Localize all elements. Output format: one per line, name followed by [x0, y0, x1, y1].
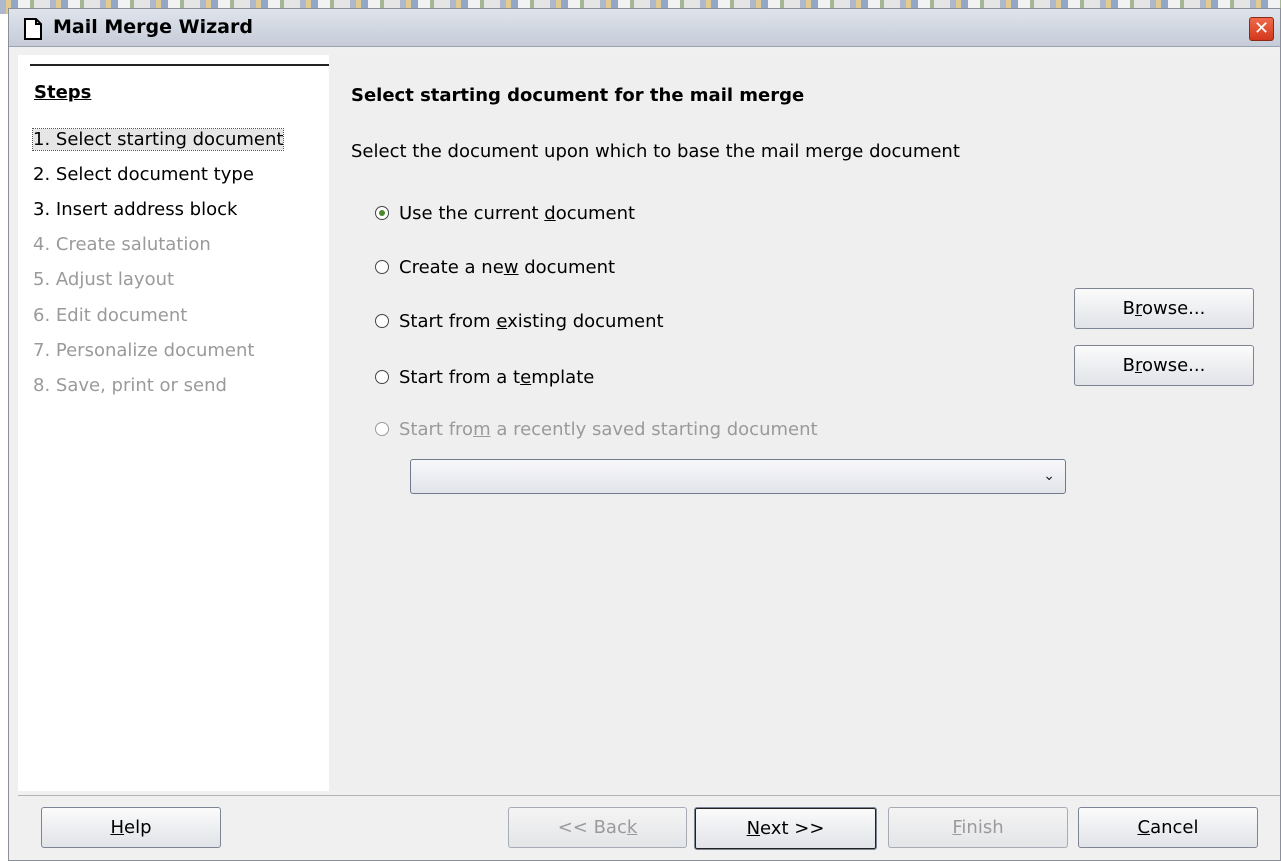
- page-heading: Select starting document for the mail me…: [351, 85, 805, 106]
- step-adjust-layout: 5. Adjust layout: [33, 269, 174, 290]
- step-label: 6. Edit document: [33, 305, 188, 326]
- radio-button-checked[interactable]: [375, 206, 389, 220]
- radio-button[interactable]: [375, 314, 389, 328]
- close-button[interactable]: ✕: [1249, 17, 1274, 41]
- steps-panel: Steps 1. Select starting document 2. Sel…: [18, 55, 336, 791]
- step-label: 8. Save, print or send: [33, 375, 227, 396]
- option-start-from-existing-document[interactable]: Start from existing document: [375, 309, 664, 333]
- step-select-document-type[interactable]: 2. Select document type: [33, 164, 254, 185]
- option-start-from-template[interactable]: Start from a template: [375, 365, 594, 389]
- step-label: 3. Insert address block: [33, 199, 238, 220]
- step-edit-document: 6. Edit document: [33, 305, 187, 326]
- option-start-from-recent-document: Start from a recently saved starting doc…: [375, 417, 818, 441]
- document-icon: [24, 18, 42, 40]
- option-label: Start from a template: [399, 366, 595, 388]
- page-description: Select the document upon which to base t…: [351, 141, 960, 162]
- step-select-starting-document[interactable]: 1. Select starting document: [31, 128, 285, 151]
- next-button[interactable]: Next >>: [694, 807, 877, 850]
- radio-button[interactable]: [375, 370, 389, 384]
- step-label: 7. Personalize document: [33, 340, 255, 361]
- recent-documents-dropdown[interactable]: ⌄: [410, 459, 1066, 494]
- footer-divider: [18, 795, 1280, 796]
- step-personalize-document: 7. Personalize document: [33, 340, 254, 361]
- browse-existing-button[interactable]: Browse...: [1074, 288, 1254, 329]
- title-bar[interactable]: Mail Merge Wizard ✕: [9, 9, 1280, 47]
- option-create-new-document[interactable]: Create a new document: [375, 255, 615, 279]
- window-title: Mail Merge Wizard: [53, 16, 253, 38]
- option-use-current-document[interactable]: Use the current document: [375, 201, 635, 225]
- back-button: << Back: [508, 807, 687, 848]
- steps-divider: [30, 64, 336, 66]
- step-save-print-send: 8. Save, print or send: [33, 375, 227, 396]
- step-create-salutation: 4. Create salutation: [33, 234, 211, 255]
- step-label: 5. Adjust layout: [33, 269, 175, 290]
- cancel-button[interactable]: Cancel: [1078, 807, 1258, 848]
- steps-heading: Steps: [34, 82, 92, 103]
- option-label: Start from a recently saved starting doc…: [399, 418, 818, 440]
- step-insert-address-block[interactable]: 3. Insert address block: [33, 199, 237, 220]
- radio-button-disabled: [375, 422, 389, 436]
- help-button[interactable]: Help: [41, 807, 221, 848]
- content-panel: Select starting document for the mail me…: [329, 55, 1280, 791]
- option-label: Create a new document: [399, 256, 616, 278]
- finish-button: Finish: [888, 807, 1068, 848]
- option-label: Use the current document: [399, 202, 636, 224]
- browse-template-button[interactable]: Browse...: [1074, 345, 1254, 386]
- mail-merge-dialog: Mail Merge Wizard ✕ Steps 1. Select star…: [8, 8, 1281, 861]
- option-label: Start from existing document: [399, 310, 664, 332]
- radio-button[interactable]: [375, 260, 389, 274]
- step-label: 2. Select document type: [33, 164, 254, 185]
- step-label: 4. Create salutation: [33, 234, 211, 255]
- step-label: 1. Select starting document: [31, 128, 285, 151]
- chevron-down-icon: ⌄: [1043, 468, 1055, 484]
